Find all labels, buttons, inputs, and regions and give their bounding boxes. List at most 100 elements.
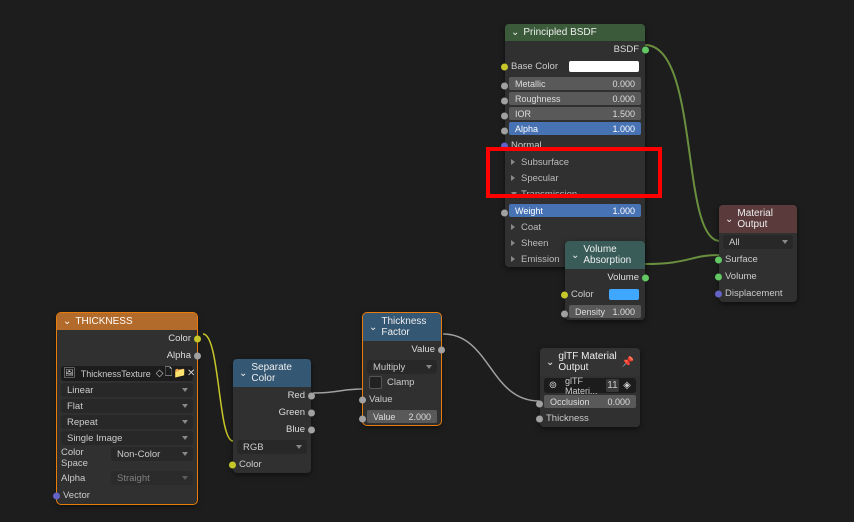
socket-output[interactable]	[308, 426, 315, 433]
nodegroup-datablock-row[interactable]: ⊚ glTF Materi... 11 ◈	[544, 378, 636, 393]
node-image-texture-thickness[interactable]: ⌄THICKNESS Color Alpha 🖼 ThicknessTextur…	[57, 313, 197, 504]
socket-input[interactable]	[53, 492, 60, 499]
socket-output[interactable]	[308, 409, 315, 416]
users-count[interactable]: 11	[606, 379, 619, 392]
field-label: Normal	[511, 140, 542, 151]
color-swatch[interactable]	[609, 289, 639, 300]
dropdown-operation[interactable]: Multiply	[367, 360, 437, 374]
socket-input[interactable]	[501, 210, 508, 217]
dropdown-source[interactable]: Single Image	[61, 431, 193, 445]
dropdown-projection[interactable]: Flat	[61, 399, 193, 413]
field-label: Weight	[515, 206, 543, 216]
output-alpha: Alpha	[57, 347, 197, 364]
socket-input[interactable]	[715, 256, 722, 263]
node-header[interactable]: ⌄Material Output	[719, 205, 797, 233]
socket-input[interactable]	[359, 416, 366, 423]
socket-input[interactable]	[501, 83, 508, 90]
slider-density[interactable]: Density1.000	[569, 305, 641, 318]
node-title: Principled BSDF	[523, 27, 596, 38]
node-volume-absorption[interactable]: ⌄Volume Absorption Volume Color Density1…	[565, 241, 645, 320]
nodetree-icon[interactable]: ⊚	[546, 379, 560, 392]
dropdown-extension[interactable]: Repeat	[61, 415, 193, 429]
output-label: Blue	[286, 424, 305, 435]
field-label: Color	[571, 289, 594, 300]
socket-input[interactable]	[715, 290, 722, 297]
socket-input[interactable]	[359, 396, 366, 403]
input-displacement: Displacement	[719, 285, 797, 302]
node-header[interactable]: ⌄glTF Material Output📌	[540, 348, 640, 376]
socket-output[interactable]	[438, 346, 445, 353]
slider-alpha[interactable]: Alpha1.000	[509, 122, 641, 135]
socket-output[interactable]	[194, 352, 201, 359]
panel-subsurface[interactable]: Subsurface	[505, 154, 645, 170]
node-header[interactable]: ⌄Thickness Factor	[363, 313, 441, 341]
node-material-output[interactable]: ⌄Material Output All Surface Volume Disp…	[719, 205, 797, 302]
socket-input[interactable]	[501, 63, 508, 70]
socket-input[interactable]	[501, 113, 508, 120]
image-datablock-row[interactable]: 🖼 ThicknessTexture ◇ 🗋 📁 ✕	[61, 366, 193, 381]
slider-ior[interactable]: IOR1.500	[509, 107, 641, 120]
users-icon[interactable]: ◇	[156, 367, 164, 380]
panel-label: Sheen	[521, 238, 548, 249]
socket-input[interactable]	[229, 461, 236, 468]
socket-output[interactable]	[194, 335, 201, 342]
node-title: Thickness Factor	[381, 316, 435, 338]
dropdown-alpha-mode[interactable]: Straight	[111, 471, 193, 485]
socket-output[interactable]	[308, 392, 315, 399]
socket-input[interactable]	[561, 311, 568, 318]
node-header[interactable]: ⌄THICKNESS	[57, 313, 197, 330]
output-green: Green	[233, 404, 311, 421]
socket-input[interactable]	[501, 142, 508, 149]
open-icon[interactable]: 📁	[173, 367, 185, 380]
panel-specular[interactable]: Specular	[505, 170, 645, 186]
dropdown-value: Multiply	[373, 362, 405, 373]
dropdown-interpolation[interactable]: Linear	[61, 383, 193, 397]
dropdown-value: Non-Color	[117, 449, 160, 460]
socket-input[interactable]	[561, 291, 568, 298]
input-value-a: Value	[363, 391, 441, 408]
socket-input[interactable]	[501, 98, 508, 105]
node-title: THICKNESS	[75, 316, 132, 327]
pin-icon[interactable]: 📌	[622, 356, 634, 369]
socket-input[interactable]	[501, 128, 508, 135]
field-label: Alpha	[61, 471, 109, 485]
dropdown-value: Single Image	[67, 433, 122, 444]
socket-input[interactable]	[715, 273, 722, 280]
node-title: Volume Absorption	[583, 244, 639, 266]
nodegroup-name-field[interactable]: glTF Materi...	[561, 376, 605, 396]
node-title: glTF Material Output	[558, 351, 617, 373]
image-icon[interactable]: 🖼	[63, 367, 76, 380]
panel-transmission[interactable]: Transmission	[505, 186, 645, 202]
shield-icon[interactable]: ◈	[620, 379, 634, 392]
output-label: Alpha	[167, 350, 191, 361]
checkbox-clamp[interactable]: Clamp	[369, 376, 435, 389]
socket-input[interactable]	[536, 401, 543, 408]
dropdown-mode[interactable]: RGB	[237, 440, 307, 454]
panel-coat[interactable]: Coat	[505, 219, 645, 235]
socket-output[interactable]	[642, 46, 649, 53]
color-swatch[interactable]	[569, 61, 639, 72]
node-thickness-factor[interactable]: ⌄Thickness Factor Value Multiply Clamp V…	[363, 313, 441, 425]
input-color: Color	[233, 456, 311, 473]
slider-metallic[interactable]: Metallic0.000	[509, 77, 641, 90]
slider-occlusion[interactable]: Occlusion0.000	[544, 395, 636, 408]
node-header[interactable]: ⌄Principled BSDF	[505, 24, 645, 41]
dropdown-color-space[interactable]: Non-Color	[111, 447, 193, 461]
node-header[interactable]: ⌄Separate Color	[233, 359, 311, 387]
node-separate-color[interactable]: ⌄Separate Color Red Green Blue RGB Color	[233, 359, 311, 473]
slider-transmission-weight[interactable]: Weight1.000	[509, 204, 641, 217]
socket-input[interactable]	[536, 415, 543, 422]
field-label: Thickness	[546, 413, 589, 424]
dropdown-target[interactable]: All	[723, 235, 793, 249]
image-name-field[interactable]: ThicknessTexture	[77, 369, 155, 379]
unlink-icon[interactable]: ✕	[187, 367, 195, 380]
node-principled-bsdf[interactable]: ⌄Principled BSDF BSDF Base Color Metalli…	[505, 24, 645, 267]
output-blue: Blue	[233, 421, 311, 438]
new-icon[interactable]: 🗋	[164, 367, 172, 380]
field-label: Vector	[63, 490, 90, 501]
slider-roughness[interactable]: Roughness0.000	[509, 92, 641, 105]
node-header[interactable]: ⌄Volume Absorption	[565, 241, 645, 269]
node-gltf-material-output[interactable]: ⌄glTF Material Output📌 ⊚ glTF Materi... …	[540, 348, 640, 427]
slider-value-b[interactable]: Value2.000	[367, 410, 437, 423]
socket-output[interactable]	[642, 274, 649, 281]
